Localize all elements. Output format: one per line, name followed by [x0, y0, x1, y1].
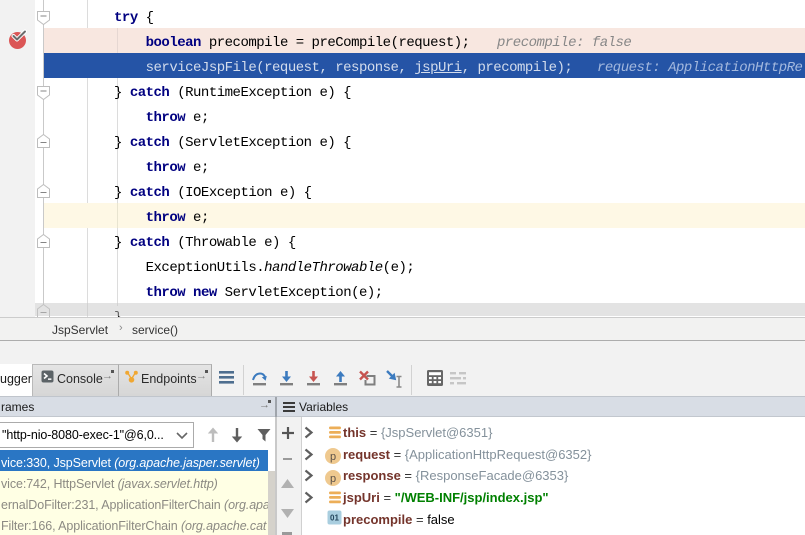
svg-text:p: p	[330, 451, 336, 463]
svg-text:01: 01	[330, 513, 339, 522]
svg-text:p: p	[330, 472, 336, 484]
